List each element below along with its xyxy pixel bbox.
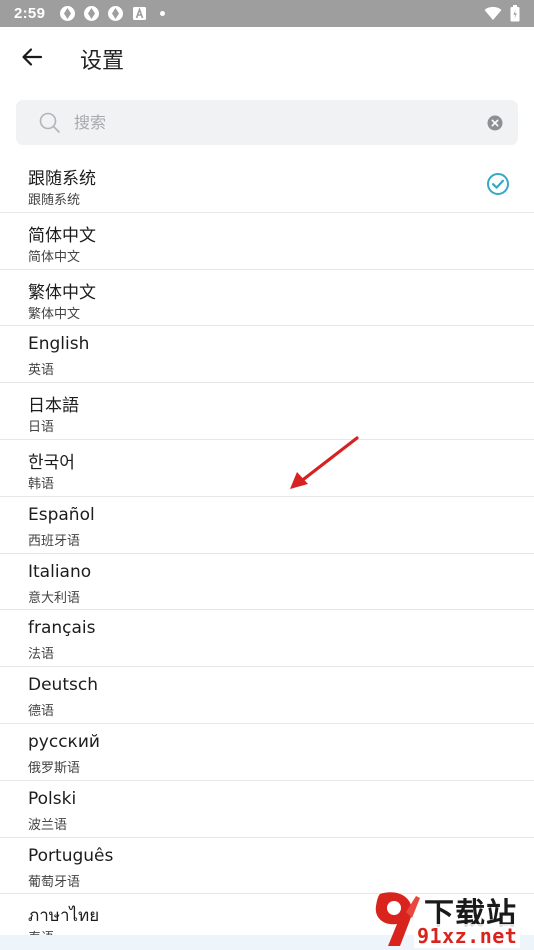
search-input[interactable] xyxy=(74,113,486,132)
arrow-left-icon xyxy=(21,46,43,72)
check-circle-icon xyxy=(487,173,509,195)
language-name: Español xyxy=(28,504,95,525)
language-item[interactable]: русский 俄罗斯语 xyxy=(0,724,534,781)
language-name: 繁体中文 xyxy=(28,282,96,303)
status-indicators xyxy=(484,5,520,22)
language-item[interactable]: Polski 波兰语 xyxy=(0,781,534,838)
language-name: English xyxy=(28,334,90,355)
language-name: 日本語 xyxy=(28,396,79,417)
app-bar: 设置 xyxy=(0,27,534,91)
language-item[interactable]: français 法语 xyxy=(0,610,534,668)
language-native-name: 波兰语 xyxy=(28,817,68,833)
language-native-name: 意大利语 xyxy=(28,590,81,606)
language-native-name: 法语 xyxy=(28,647,55,663)
language-item[interactable]: English 英语 xyxy=(0,326,534,384)
wifi-icon xyxy=(484,6,502,21)
app-notification-icon xyxy=(59,5,76,22)
language-item[interactable]: Deutsch 德语 xyxy=(0,667,534,724)
language-native-name: 西班牙语 xyxy=(28,533,81,549)
back-button[interactable] xyxy=(0,27,64,91)
language-name: Polski xyxy=(28,788,77,809)
battery-icon xyxy=(510,5,520,22)
language-item[interactable]: 简体中文 简体中文 xyxy=(0,213,534,270)
a-notification-icon xyxy=(131,5,148,22)
app-notification-icon xyxy=(107,5,124,22)
language-name: ภาษาไทย xyxy=(28,906,100,927)
language-native-name: 德语 xyxy=(28,704,55,720)
language-native-name: 日语 xyxy=(28,420,55,436)
language-name: 한국어 xyxy=(28,452,75,473)
language-item[interactable]: Italiano 意大利语 xyxy=(0,554,534,611)
language-item[interactable]: Português 葡萄牙语 xyxy=(0,838,534,895)
language-item[interactable]: 한국어 韩语 xyxy=(0,440,534,497)
language-item[interactable]: Español 西班牙语 xyxy=(0,497,534,554)
language-native-name: 简体中文 xyxy=(28,249,81,265)
more-notifications-dot xyxy=(160,11,166,16)
language-native-name: 韩语 xyxy=(28,476,55,492)
language-name: Italiano xyxy=(28,561,92,582)
language-name: français xyxy=(28,618,96,639)
language-name: русский xyxy=(28,731,100,752)
notification-icons xyxy=(59,5,166,22)
app-notification-icon xyxy=(83,5,100,22)
close-circle-icon xyxy=(487,115,503,130)
bottom-strip xyxy=(0,935,534,950)
language-name: Português xyxy=(28,845,114,866)
status-time: 2:59 xyxy=(14,5,46,22)
language-item[interactable]: 繁体中文 繁体中文 xyxy=(0,270,534,327)
language-native-name: 跟随系统 xyxy=(28,193,81,208)
page-title: 设置 xyxy=(80,49,125,74)
status-bar: 2:59 xyxy=(0,0,534,27)
clear-search-button[interactable] xyxy=(486,114,504,132)
language-name: Deutsch xyxy=(28,675,98,696)
search-bar xyxy=(16,100,518,145)
search-icon xyxy=(38,111,62,135)
language-native-name: 俄罗斯语 xyxy=(28,760,81,776)
language-name: 跟随系统 xyxy=(28,169,96,189)
language-name: 简体中文 xyxy=(28,225,96,246)
language-native-name: 繁体中文 xyxy=(28,306,81,322)
language-item[interactable]: 日本語 日语 xyxy=(0,383,534,440)
language-native-name: 葡萄牙语 xyxy=(28,874,81,890)
language-list: 跟随系统 跟随系统 简体中文 简体中文 繁体中文 繁体中文 English 英语 日本語 日语 한국… xyxy=(0,156,534,950)
language-item[interactable]: 跟随系统 跟随系统 xyxy=(0,156,534,213)
language-native-name: 英语 xyxy=(28,363,55,379)
